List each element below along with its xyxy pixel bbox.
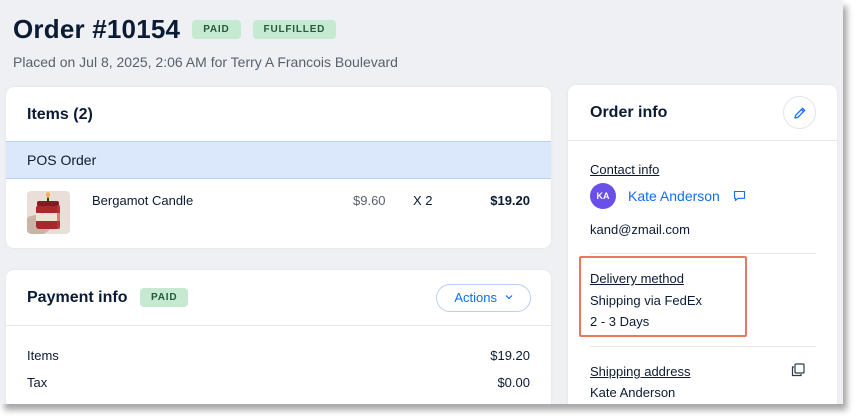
contact-name-link[interactable]: Kate Anderson xyxy=(628,188,720,204)
payment-row-value: $0.00 xyxy=(497,375,530,390)
chat-icon[interactable] xyxy=(733,190,746,202)
contact-email: kand@zmail.com xyxy=(590,222,690,237)
actions-button[interactable]: Actions xyxy=(436,284,531,312)
contact-info-label: Contact info xyxy=(590,162,660,177)
payment-row-value: $19.20 xyxy=(490,348,530,363)
payment-row-label: Items xyxy=(27,348,59,363)
edit-button[interactable] xyxy=(783,96,816,129)
chevron-down-icon xyxy=(505,285,513,311)
actions-label: Actions xyxy=(454,290,497,305)
item-name[interactable]: Bergamot Candle xyxy=(92,193,193,208)
order-page: Order #10154 PAID FULFILLED Placed on Ju… xyxy=(0,0,843,404)
paid-status-badge: PAID xyxy=(192,20,241,39)
item-total: $19.20 xyxy=(490,193,530,208)
items-card: Items (2) POS Order Bergamot Candle $9.6… xyxy=(6,87,551,248)
page-title: Order #10154 xyxy=(13,14,181,44)
pos-order-group: POS Order xyxy=(6,141,551,179)
item-row[interactable]: Bergamot Candle $9.60 X 2 $19.20 xyxy=(6,179,551,248)
contact-row: KA Kate Anderson xyxy=(590,183,746,209)
candle-thumbnail xyxy=(27,191,70,234)
order-placed-text: Placed on Jul 8, 2025, 2:06 AM for Terry… xyxy=(13,54,398,70)
divider xyxy=(6,325,551,326)
payment-row-label: Tax xyxy=(27,375,48,390)
title-row: Order #10154 PAID FULFILLED xyxy=(13,14,398,45)
shipping-address-label: Shipping address xyxy=(590,364,691,379)
pencil-icon xyxy=(793,106,807,120)
divider xyxy=(568,140,837,141)
shipping-name: Kate Anderson xyxy=(590,385,676,400)
item-price: $9.60 xyxy=(353,193,386,208)
payment-title: Payment info xyxy=(27,289,128,306)
payment-row-items: Items $19.20 xyxy=(27,348,530,363)
order-info-title: Order info xyxy=(590,104,668,121)
avatar: KA xyxy=(590,183,616,209)
divider xyxy=(590,346,816,347)
divider xyxy=(590,253,816,254)
fulfilled-status-badge: FULFILLED xyxy=(252,20,337,39)
items-title: Items (2) xyxy=(27,106,93,123)
item-quantity: X 2 xyxy=(413,193,433,208)
payment-row-tax: Tax $0.00 xyxy=(27,375,530,390)
payment-card: Payment info PAID Actions Items $19.20 T… xyxy=(6,270,551,404)
delivery-method-highlight xyxy=(579,256,747,337)
copy-icon[interactable] xyxy=(791,363,805,377)
payment-status-badge: PAID xyxy=(140,288,189,307)
order-info-card: Order info Contact info KA Kate Anderson… xyxy=(568,85,837,404)
page-header: Order #10154 PAID FULFILLED Placed on Ju… xyxy=(13,14,398,70)
